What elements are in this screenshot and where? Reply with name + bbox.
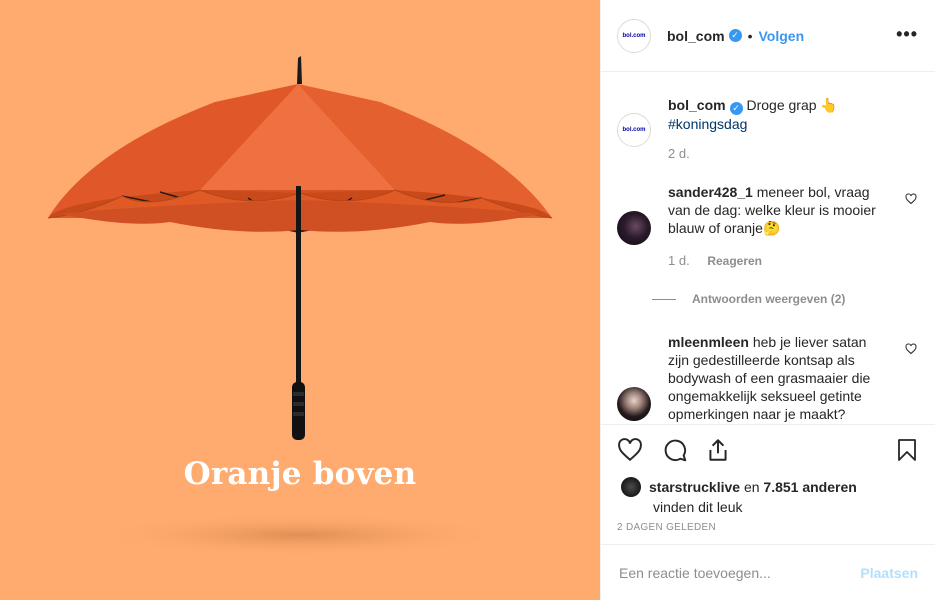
share-icon[interactable]: [705, 437, 731, 463]
comment-username[interactable]: sander428_1: [668, 184, 753, 200]
avatar[interactable]: bol.com: [617, 113, 651, 147]
post-sidebar: bol.com bol_com ✓ • Volgen ••• bol.com b…: [600, 0, 935, 600]
view-replies-button[interactable]: Antwoorden weergeven (2): [652, 292, 845, 306]
likes-line: starstrucklive en 7.851 anderen: [649, 477, 857, 497]
separator-dot: •: [747, 27, 753, 44]
comment-text: mleenmleen heb je liever satan zijn gede…: [668, 333, 890, 423]
reply-button[interactable]: Reageren: [707, 254, 762, 268]
verified-icon: ✓: [728, 29, 742, 42]
comment-item: sander428_1 meneer bol, vraag van de dag…: [617, 183, 917, 293]
likes-and: en: [743, 479, 760, 495]
avatar[interactable]: bol.com: [617, 18, 651, 53]
heart-icon[interactable]: [905, 343, 917, 355]
action-bar: starstrucklive en 7.851 anderen vinden d…: [601, 424, 935, 544]
umbrella-shaft: [296, 186, 301, 386]
comments-list[interactable]: bol.com bol_com ✓ Droge grap 👆 #koningsda…: [601, 72, 935, 424]
post-image[interactable]: Oranje boven: [0, 0, 600, 600]
avatar-label: bol.com: [622, 127, 646, 133]
caption-art-text: Oranje boven: [183, 456, 417, 492]
comment-form: Plaatsen: [601, 544, 935, 600]
verified-icon: ✓: [729, 102, 743, 115]
more-icon[interactable]: •••: [896, 24, 918, 45]
comment-input[interactable]: [619, 564, 861, 581]
post-comment-button[interactable]: Plaatsen: [860, 565, 918, 581]
umbrella-handle: [292, 382, 305, 440]
comment-username[interactable]: mleenmleen: [668, 334, 749, 350]
post-timestamp: 2 DAGEN GELEDEN: [617, 522, 716, 533]
avatar[interactable]: [617, 387, 651, 421]
heart-icon[interactable]: [905, 193, 917, 205]
post-header: bol.com bol_com ✓ • Volgen •••: [601, 0, 935, 72]
instagram-post: Oranje boven bol.com bol_com ✓ • Volgen …: [0, 0, 935, 600]
umbrella-illustration: [47, 56, 553, 557]
likes-line-2: vinden dit leuk: [653, 499, 743, 515]
comment-time: 1 d.: [668, 253, 690, 268]
view-replies-label: Antwoorden weergeven (2): [692, 292, 846, 306]
bookmark-icon[interactable]: [895, 437, 919, 463]
follow-button[interactable]: Volgen: [758, 28, 804, 44]
caption-text: bol_com ✓ Droge grap 👆 #koningsdag: [668, 96, 890, 133]
caption-body: Droge grap 👆: [746, 97, 838, 113]
heart-icon[interactable]: [617, 437, 643, 463]
comment-item: mleenmleen heb je liever satan zijn gede…: [617, 333, 917, 424]
umbrella-tip: [297, 56, 302, 84]
hashtag-link[interactable]: #koningsdag: [668, 116, 747, 132]
likes-others[interactable]: 7.851 anderen: [763, 479, 856, 495]
floor-shadow: [90, 513, 510, 557]
header-username[interactable]: bol_com: [667, 28, 725, 44]
comment-icon[interactable]: [662, 437, 688, 463]
liker-username[interactable]: starstrucklive: [649, 479, 740, 495]
caption-item: bol.com bol_com ✓ Droge grap 👆 #koningsda…: [617, 96, 917, 186]
comment-meta: 1 d. Reageren: [668, 253, 762, 268]
caption-username[interactable]: bol_com: [668, 97, 726, 113]
avatar[interactable]: [617, 211, 651, 245]
avatar[interactable]: [621, 477, 641, 497]
comment-text: sander428_1 meneer bol, vraag van de dag…: [668, 183, 890, 237]
caption-time: 2 d.: [668, 146, 690, 161]
avatar-label: bol.com: [622, 32, 646, 39]
divider-line: [652, 298, 676, 300]
